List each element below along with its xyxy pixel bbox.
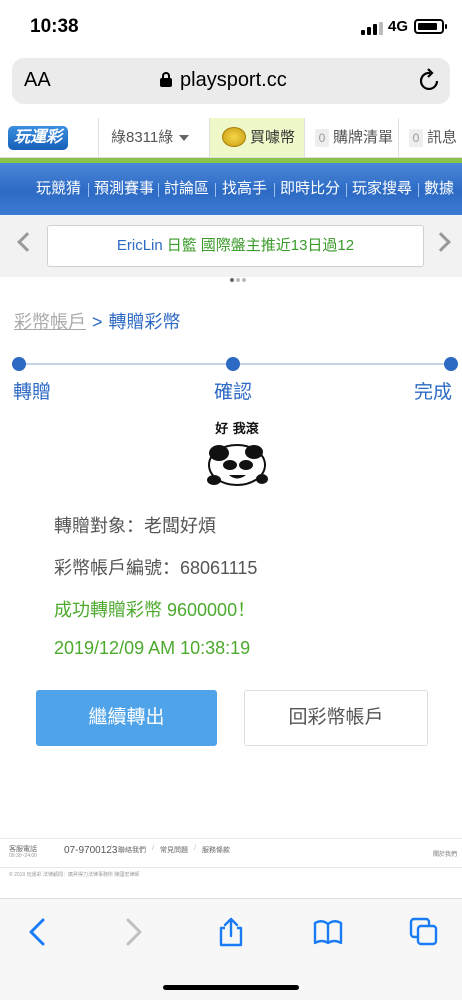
step-label-complete: 完成 [414, 382, 453, 403]
reaction-sticker: 好 我滾 [204, 418, 270, 490]
site-logo[interactable]: 玩運彩 [8, 126, 69, 150]
announcement-text: 國際盤主推近13日過12 [200, 237, 355, 254]
carousel-next-icon[interactable] [431, 232, 451, 252]
messages-label: 訊息 [427, 129, 458, 146]
nav-item-forum[interactable]: 討論區 [164, 163, 209, 215]
caret-down-icon [179, 135, 190, 142]
breadcrumb-parent-link[interactable]: 彩幣帳戶 [14, 312, 86, 332]
step-dot-confirm [226, 357, 240, 371]
share-icon[interactable] [215, 917, 247, 947]
recipient-text: 轉贈對象：老闆好煩 [54, 516, 216, 536]
transfer-timestamp: 2019/12/09 AM 10:38:19 [54, 638, 251, 658]
carousel-dots [229, 269, 247, 287]
buy-coins-button[interactable]: 買噱幣 [210, 118, 305, 157]
back-icon[interactable] [23, 917, 55, 947]
signal-icon [361, 22, 383, 35]
breadcrumb-separator: > [92, 312, 103, 332]
status-time: 10:38 [30, 16, 79, 37]
continue-transfer-button[interactable]: 繼續轉出 [36, 690, 217, 746]
breadcrumb-current: 轉贈彩幣 [108, 312, 181, 332]
url-bar[interactable]: AA playsport.cc [12, 58, 450, 104]
step-dot-complete [444, 357, 458, 371]
step-label-transfer: 轉贈 [13, 382, 52, 403]
tabs-icon[interactable] [408, 917, 440, 947]
network-type: 4G [388, 18, 409, 35]
step-dot-transfer [12, 357, 26, 371]
main-nav: 玩競猜 預測賽事 討論區 找高手 即時比分 玩家搜尋 數據 [0, 163, 462, 215]
nav-item-predict[interactable]: 預測賽事 [94, 163, 154, 215]
username: 綠8311綠 [111, 129, 174, 146]
success-message: 成功轉贈彩幣 9600000！ [54, 600, 256, 620]
panda-face-icon [207, 444, 268, 486]
lock-icon [160, 72, 172, 87]
announcement-carousel: EricLin 日籃 國際盤主推近13日過12 [0, 215, 462, 282]
step-label-confirm: 確認 [214, 382, 253, 403]
footer-links-bar: 客服電話 09:30~24:00 07-9700123 / 聯絡我們 / 常見問… [0, 838, 462, 868]
cart-count: 0 [315, 129, 329, 148]
announcement-name: EricLin [116, 237, 163, 254]
battery-level [418, 23, 437, 30]
nav-item-experts[interactable]: 找高手 [222, 163, 267, 215]
home-indicator [163, 985, 299, 990]
buy-coins-label: 買噱幣 [250, 129, 296, 146]
nav-item-guess[interactable]: 玩競猜 [36, 163, 81, 215]
nav-item-live-scores[interactable]: 即時比分 [280, 163, 340, 215]
battery-icon [414, 19, 447, 34]
service-hours: 09:30~24:00 [9, 853, 37, 859]
account-number-text: 彩幣帳戶編號：68061115 [54, 558, 258, 578]
footer-link-about[interactable]: 關於我們 [433, 849, 457, 858]
announcement-tag: 日籃 [166, 237, 197, 254]
cart-label: 購牌清單 [333, 129, 394, 146]
breadcrumb: 彩幣帳戶 > 轉贈彩幣 [14, 308, 181, 334]
coin-icon [222, 127, 246, 147]
copyright-text: © 2019 玩運彩 法律顧問：廣昇得力法律事務所 陳國宏律師 [9, 872, 140, 878]
bookmarks-icon[interactable] [312, 917, 344, 947]
nav-item-player-search[interactable]: 玩家搜尋 [352, 163, 412, 215]
footer-link-faq[interactable]: 常見問題 [160, 845, 188, 855]
message-count: 0 [409, 129, 423, 148]
url-text[interactable]: playsport.cc [180, 69, 287, 92]
user-menu[interactable]: 綠8311綠 [98, 118, 210, 157]
sticker-caption: 好 我滾 [215, 422, 259, 437]
footer-link-terms[interactable]: 服務條款 [202, 845, 230, 855]
carousel-prev-icon[interactable] [17, 232, 37, 252]
forward-icon[interactable] [116, 917, 148, 947]
messages-button[interactable]: 0 訊息 [399, 118, 462, 157]
nav-item-data[interactable]: 數據 [424, 163, 454, 215]
site-header: 玩運彩 綠8311綠 買噱幣 0 購牌清單 0 訊息 [0, 118, 462, 158]
text-size-button[interactable]: AA [24, 69, 51, 92]
announcement-banner[interactable]: EricLin 日籃 國際盤主推近13日過12 [47, 225, 424, 267]
status-bar: 10:38 4G [0, 0, 462, 54]
footer-link-contact[interactable]: 聯絡我們 [118, 845, 146, 855]
reload-icon[interactable] [419, 68, 441, 92]
back-to-account-button[interactable]: 回彩幣帳戶 [244, 690, 428, 746]
cart-button[interactable]: 0 購牌清單 [305, 118, 399, 157]
